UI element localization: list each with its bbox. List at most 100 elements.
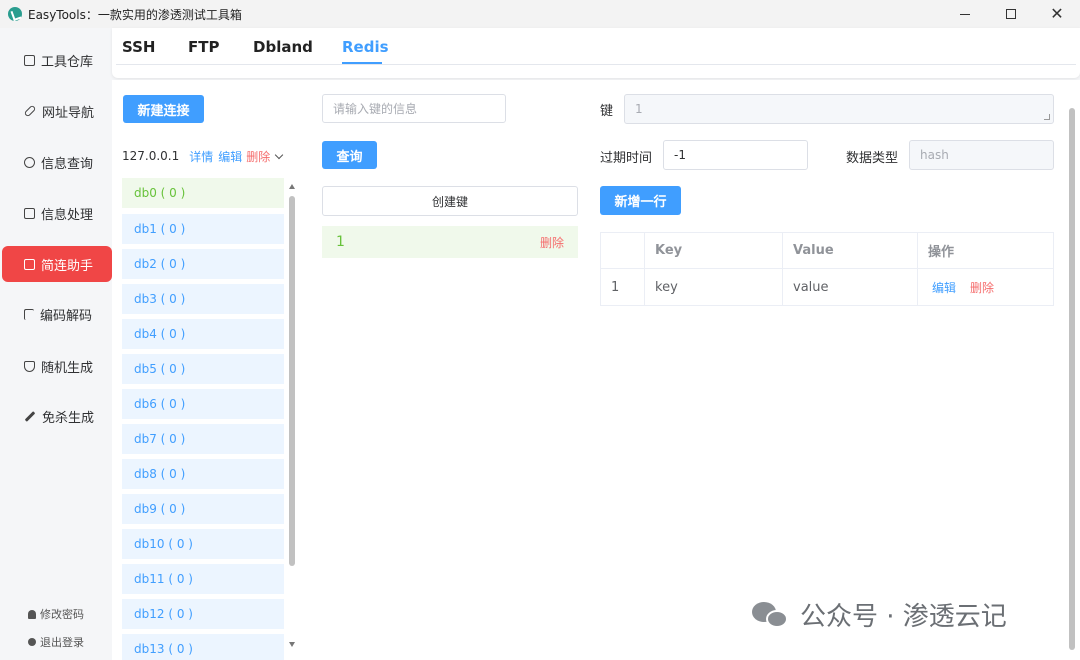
sidebar-item-url-nav[interactable]: 网址导航 xyxy=(2,93,112,129)
change-password-label: 修改密码 xyxy=(40,608,84,621)
maximize-icon xyxy=(1006,9,1016,19)
data-type-field: hash xyxy=(909,140,1054,170)
tab-ssh[interactable]: SSH xyxy=(122,38,156,56)
db-item[interactable]: db2 ( 0 ) xyxy=(122,249,284,279)
title-bar: EasyTools：一款实用的渗透测试工具箱 ✕ xyxy=(0,0,1080,28)
table-cell-key: key xyxy=(645,269,783,305)
db-item[interactable]: db8 ( 0 ) xyxy=(122,459,284,489)
table-header-value: Value xyxy=(783,233,918,269)
db-item[interactable]: db5 ( 0 ) xyxy=(122,354,284,384)
close-icon: ✕ xyxy=(1050,4,1064,23)
database-list: db0 ( 0 ) db1 ( 0 ) db2 ( 0 ) db3 ( 0 ) … xyxy=(122,178,288,660)
minimize-button[interactable] xyxy=(942,0,988,28)
add-row-button[interactable]: 新增一行 xyxy=(600,186,681,215)
db-item[interactable]: db13 ( 0 ) xyxy=(122,634,284,660)
watermark: 公众号 · 渗透云记 xyxy=(752,596,1007,633)
pen-icon xyxy=(24,410,36,422)
app-logo-icon xyxy=(8,7,22,21)
close-button[interactable]: ✕ xyxy=(1034,0,1080,28)
database-list-scroll-thumb[interactable] xyxy=(289,196,295,566)
new-connection-button[interactable]: 新建连接 xyxy=(123,95,204,123)
sidebar-item-info-process[interactable]: 信息处理 xyxy=(2,195,112,231)
chevron-down-icon[interactable] xyxy=(275,150,284,159)
table-cell-index: 1 xyxy=(601,269,645,305)
db-item[interactable]: db9 ( 0 ) xyxy=(122,494,284,524)
search-icon xyxy=(24,156,35,168)
table-cell-value: value xyxy=(783,269,918,305)
sidebar-item-label: 简连助手 xyxy=(41,258,94,274)
db-item[interactable]: db11 ( 0 ) xyxy=(122,564,284,594)
table-header-key: Key xyxy=(645,233,783,269)
maximize-button[interactable] xyxy=(988,0,1034,28)
db-item[interactable]: db0 ( 0 ) xyxy=(122,178,284,208)
link-icon xyxy=(23,104,37,118)
db-item[interactable]: db1 ( 0 ) xyxy=(122,214,284,244)
main-scrollbar[interactable] xyxy=(1068,98,1076,660)
ttl-label: 过期时间 xyxy=(600,151,653,166)
create-key-button[interactable]: 创建键 xyxy=(322,186,578,216)
db-item[interactable]: db10 ( 0 ) xyxy=(122,529,284,559)
sidebar-item-tool-repo[interactable]: 工具仓库 xyxy=(2,42,112,78)
ttl-input[interactable]: -1 xyxy=(663,140,808,170)
key-delete-link[interactable]: 删除 xyxy=(540,234,564,251)
connection-host: 127.0.0.1 xyxy=(122,149,180,163)
scroll-down-icon[interactable] xyxy=(289,642,295,647)
info-icon xyxy=(28,638,36,646)
edit-icon xyxy=(24,207,35,219)
minimize-icon xyxy=(960,13,970,15)
query-button[interactable]: 查询 xyxy=(322,141,377,169)
table-cell-actions: 编辑 删除 xyxy=(918,269,1053,305)
resize-handle-icon[interactable] xyxy=(1044,114,1050,120)
sidebar-item-label: 随机生成 xyxy=(41,360,94,376)
tab-ftp[interactable]: FTP xyxy=(188,38,219,56)
main-scroll-thumb[interactable] xyxy=(1069,108,1075,650)
db-item[interactable]: db4 ( 0 ) xyxy=(122,319,284,349)
sidebar-item-label: 信息处理 xyxy=(41,207,94,223)
db-item[interactable]: db6 ( 0 ) xyxy=(122,389,284,419)
sidebar-item-label: 免杀生成 xyxy=(42,410,95,426)
shield-icon xyxy=(24,360,35,372)
sidebar-item-connect-helper[interactable]: 简连助手 xyxy=(2,246,112,282)
scroll-up-icon[interactable] xyxy=(289,184,295,189)
tab-redis[interactable]: Redis xyxy=(342,38,389,56)
data-type-label: 数据类型 xyxy=(846,151,899,166)
window-title: EasyTools：一款实用的渗透测试工具箱 xyxy=(28,7,242,22)
db-item[interactable]: db7 ( 0 ) xyxy=(122,424,284,454)
key-value-text: 1 xyxy=(635,102,643,116)
row-edit-link[interactable]: 编辑 xyxy=(932,279,956,296)
tabs-divider xyxy=(116,64,1076,65)
connection-row[interactable]: 127.0.0.1 详情 编辑 删除 xyxy=(122,136,298,176)
connect-icon xyxy=(24,258,35,270)
logout-label: 退出登录 xyxy=(40,636,84,649)
watermark-text: 公众号 · 渗透云记 xyxy=(800,602,1007,632)
table-header-index xyxy=(601,233,645,269)
sidebar-item-random-gen[interactable]: 随机生成 xyxy=(2,348,112,384)
redis-panel: 新建连接 127.0.0.1 详情 编辑 删除 db0 ( 0 ) db1 ( … xyxy=(112,80,1080,660)
connection-delete-link[interactable]: 删除 xyxy=(246,148,270,165)
key-name: 1 xyxy=(336,234,345,250)
sidebar-item-label: 编码解码 xyxy=(40,308,93,324)
sidebar-item-label: 信息查询 xyxy=(41,156,94,172)
db-item[interactable]: db3 ( 0 ) xyxy=(122,284,284,314)
key-search-input[interactable]: 请输入键的信息 xyxy=(322,94,506,123)
sidebar-item-label: 网址导航 xyxy=(42,105,95,121)
active-tab-indicator xyxy=(342,62,382,64)
key-list-item[interactable]: 1 删除 xyxy=(322,226,578,258)
key-label: 键 xyxy=(600,104,614,119)
connection-edit-link[interactable]: 编辑 xyxy=(218,148,242,165)
db-item[interactable]: db12 ( 0 ) xyxy=(122,599,284,629)
table-header-actions: 操作 xyxy=(918,233,1053,269)
sidebar-item-label: 工具仓库 xyxy=(41,54,94,70)
row-delete-link[interactable]: 删除 xyxy=(970,279,994,296)
tab-dbland[interactable]: Dbland xyxy=(253,38,313,56)
hash-table: Key Value 操作 1 key value 编辑 删除 xyxy=(600,232,1054,306)
wechat-icon xyxy=(752,600,788,630)
window-controls: ✕ xyxy=(942,0,1080,28)
logout-link[interactable]: 退出登录 xyxy=(0,634,112,650)
connection-detail-link[interactable]: 详情 xyxy=(189,148,213,165)
key-value-field: 1 xyxy=(624,94,1054,124)
sidebar-item-encode-decode[interactable]: 编码解码 xyxy=(2,296,112,332)
sidebar-item-av-evasion[interactable]: 免杀生成 xyxy=(2,398,112,434)
change-password-link[interactable]: 修改密码 xyxy=(0,606,112,622)
sidebar-item-info-query[interactable]: 信息查询 xyxy=(2,144,112,180)
